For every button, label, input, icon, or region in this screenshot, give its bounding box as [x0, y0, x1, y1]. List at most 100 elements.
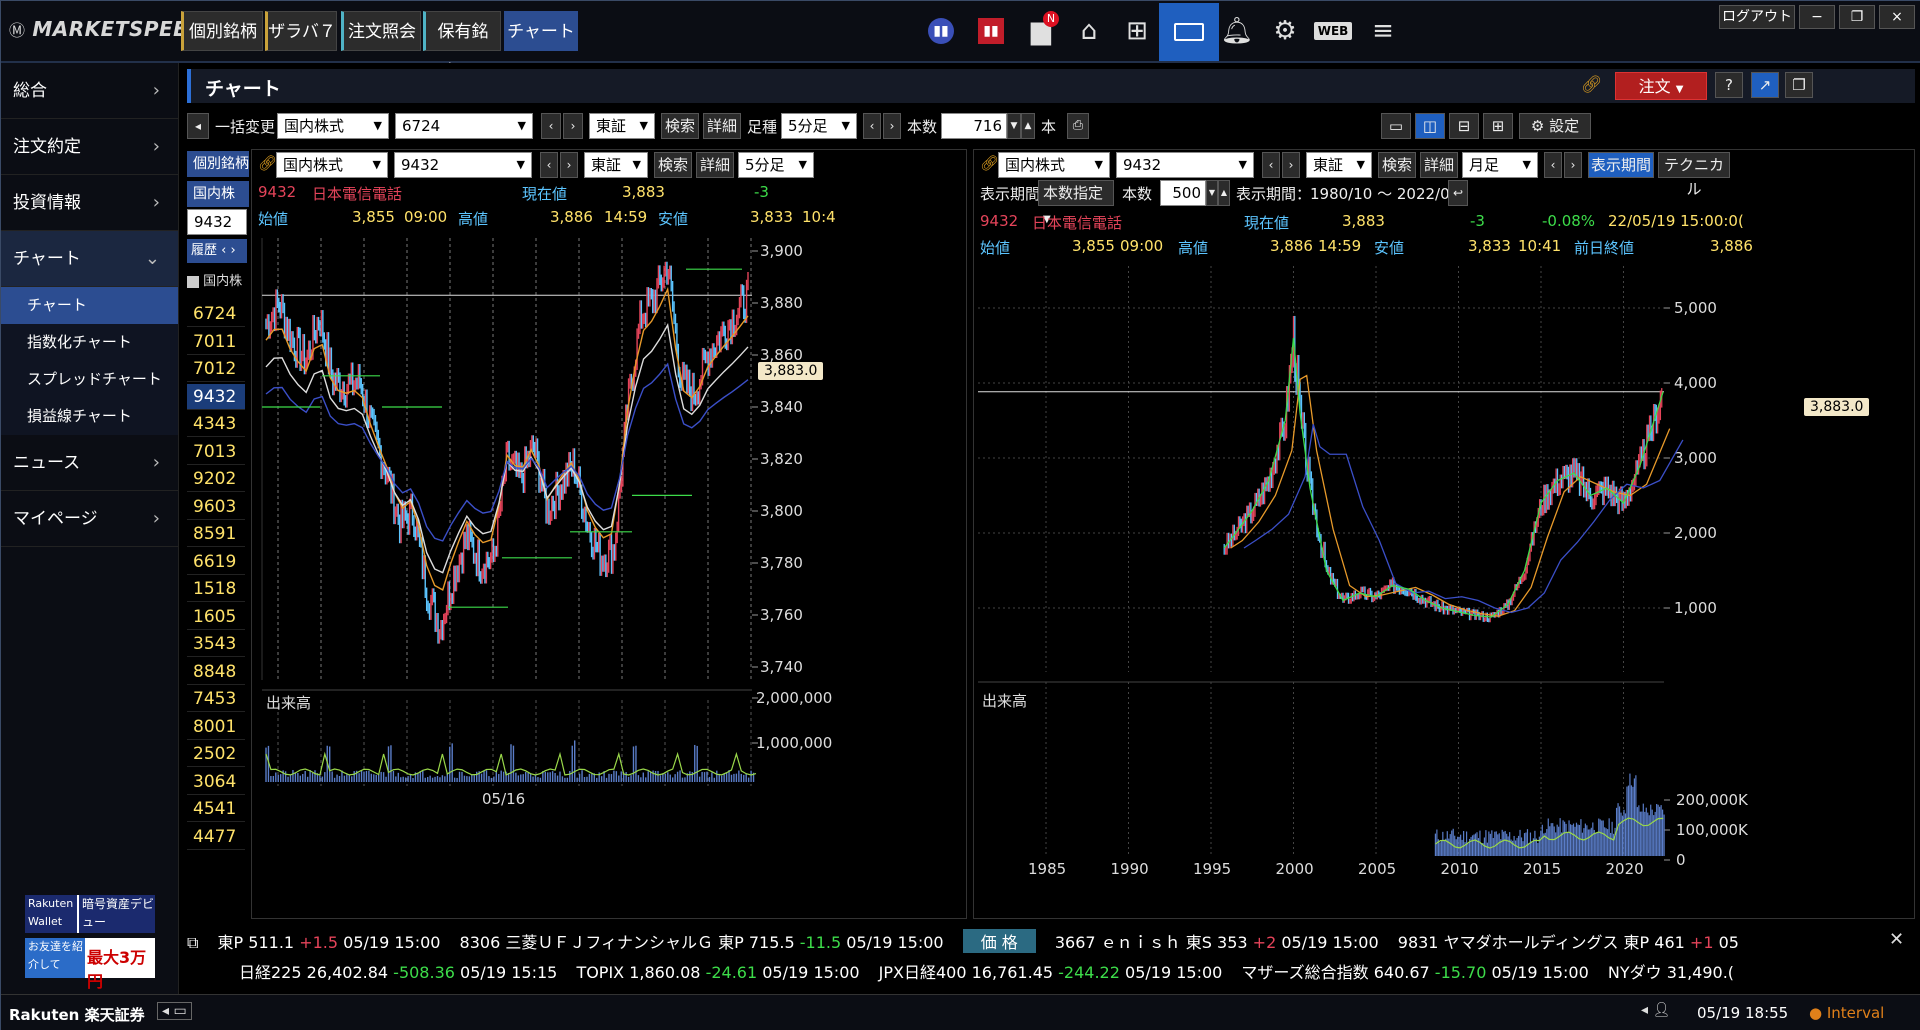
- add-window-icon[interactable]: ⊞: [1115, 11, 1159, 51]
- tab-zaraba7[interactable]: ザラバ７: [265, 11, 337, 51]
- tab-individual-stock[interactable]: 個別銘柄: [181, 11, 263, 51]
- sidebar-sub-chart[interactable]: チャート: [1, 287, 178, 324]
- right-count-up[interactable]: ▲: [1218, 180, 1230, 206]
- right-next-interval[interactable]: ›: [1564, 152, 1582, 178]
- prev-interval-button[interactable]: ‹: [863, 113, 881, 139]
- watch-code-item[interactable]: 4541: [187, 796, 245, 822]
- index-item[interactable]: TOPIX 1,860.08 -24.61 05/19 15:00: [576, 963, 859, 982]
- print-icon[interactable]: ⎙: [1067, 113, 1089, 139]
- settings-button[interactable]: ⚙ 設定: [1519, 113, 1591, 139]
- left-code-select[interactable]: 9432 ▼: [394, 152, 532, 178]
- count-stepper-down[interactable]: ▼: [1007, 113, 1021, 139]
- right-interval-select[interactable]: 月足 ▼: [1462, 152, 1538, 178]
- market-icon[interactable]: ▮▮: [919, 11, 963, 51]
- interval-select[interactable]: 5分足 ▼: [781, 113, 857, 139]
- sidebar-item-investment-info[interactable]: 投資情報 ›: [1, 175, 178, 231]
- reset-period-icon[interactable]: ↩: [1448, 180, 1468, 206]
- help-button[interactable]: ?: [1715, 72, 1743, 98]
- domestic-checkbox[interactable]: 国内株: [187, 271, 247, 293]
- watch-tab-individual[interactable]: 個別銘柄: [187, 151, 249, 177]
- watch-code-item[interactable]: 7011: [187, 329, 245, 355]
- next-code-button[interactable]: ›: [563, 113, 583, 139]
- right-exchange-select[interactable]: 東証 ▼: [1306, 152, 1372, 178]
- technical-button[interactable]: テクニカル: [1658, 152, 1730, 198]
- sidebar-item-mypage[interactable]: マイページ ›: [1, 491, 178, 547]
- home-icon[interactable]: ⌂: [1067, 11, 1111, 51]
- watch-code-item[interactable]: 1605: [187, 604, 245, 630]
- watch-code-item[interactable]: 6619: [187, 549, 245, 575]
- watch-code-item[interactable]: 7013: [187, 439, 245, 465]
- panel-toggle-icon[interactable]: ◂ ▭: [157, 1002, 192, 1020]
- logout-button[interactable]: ログアウト: [1719, 5, 1795, 29]
- wallet-banner[interactable]: Rakuten Wallet 暗号資産デビュー: [25, 895, 155, 933]
- prev-code-button[interactable]: ‹: [541, 113, 561, 139]
- watch-code-item[interactable]: 9202: [187, 466, 245, 492]
- left-market-select[interactable]: 国内株式 ▼: [276, 152, 388, 178]
- bell-icon[interactable]: 🔔︎: [1215, 11, 1259, 51]
- watch-code-item[interactable]: 1518: [187, 576, 245, 602]
- close-ticker-icon[interactable]: ✕: [1889, 929, 1904, 950]
- watch-code-item[interactable]: 8001: [187, 714, 245, 740]
- index-item[interactable]: マザーズ総合指数 640.67 -15.70 05/19 15:00: [1241, 959, 1588, 983]
- left-next-button[interactable]: ›: [560, 152, 578, 178]
- watch-code-item[interactable]: 3543: [187, 631, 245, 657]
- ticker-item[interactable]: 3667 ｅｎｉｓｈ 東S 353 +2 05/19 15:00: [1055, 929, 1379, 953]
- collapse-icon[interactable]: ◂: [187, 113, 209, 139]
- close-button[interactable]: ×: [1879, 5, 1915, 29]
- left-detail-button[interactable]: 詳細: [696, 152, 734, 178]
- count-input[interactable]: 716: [941, 113, 1007, 139]
- watch-code-item[interactable]: 9603: [187, 494, 245, 520]
- ticker-item[interactable]: 8306 三菱ＵＦＪフィナンシャルＧ 東P 715.5 -11.5 05/19 …: [460, 929, 944, 953]
- sidebar-sub-pl-chart[interactable]: 損益線チャート: [1, 398, 178, 435]
- settings-icon[interactable]: ⚙: [1263, 11, 1307, 51]
- left-search-button[interactable]: 検索: [654, 152, 692, 178]
- exchange-select[interactable]: 東証 ▼: [589, 113, 655, 139]
- history-tab[interactable]: 履歴 ‹ ›: [187, 239, 247, 263]
- count-stepper-up[interactable]: ▲: [1021, 113, 1035, 139]
- sound-icon[interactable]: ◂ 👤︎: [1641, 1002, 1670, 1018]
- detail-button[interactable]: 詳細: [703, 113, 741, 139]
- right-code-select[interactable]: 9432 ▼: [1116, 152, 1254, 178]
- next-interval-button[interactable]: ›: [883, 113, 901, 139]
- sidebar-sub-index-chart[interactable]: 指数化チャート: [1, 324, 178, 361]
- layout-4-icon[interactable]: ⊞: [1483, 113, 1513, 139]
- period-mode-select[interactable]: 本数指定 ▼: [1038, 180, 1114, 225]
- sidebar-item-chart[interactable]: チャート ⌄: [1, 231, 178, 287]
- layout-2-icon[interactable]: ◫: [1415, 113, 1445, 139]
- right-count-down[interactable]: ▼: [1206, 180, 1218, 206]
- ticker-item[interactable]: 9831 ヤマダホールディングス 東P 461 +1 05: [1398, 929, 1739, 953]
- market-select[interactable]: 国内株式 ▼: [277, 113, 389, 139]
- minimize-button[interactable]: −: [1799, 5, 1835, 29]
- popout-icon[interactable]: ↗: [1751, 72, 1779, 98]
- left-prev-button[interactable]: ‹: [540, 152, 558, 178]
- left-interval-select[interactable]: 5分足 ▼: [738, 152, 814, 178]
- tab-order-inquiry[interactable]: 注文照会: [341, 11, 421, 51]
- sidebar-item-news[interactable]: ニュース ›: [1, 435, 178, 491]
- right-market-select[interactable]: 国内株式 ▼: [998, 152, 1110, 178]
- sidebar-item-overview[interactable]: 総合 ›: [1, 63, 178, 119]
- ticker-item[interactable]: 東P 511.1 +1.5 05/19 15:00: [218, 929, 441, 953]
- search-button[interactable]: 検索: [661, 113, 699, 139]
- index-item[interactable]: 日経225 26,402.84 -508.36 05/19 15:15: [239, 959, 557, 983]
- sidebar-sub-spread-chart[interactable]: スプレッドチャート: [1, 361, 178, 398]
- alert-icon[interactable]: ▆ N: [1019, 11, 1063, 51]
- watch-code-item[interactable]: 3064: [187, 769, 245, 795]
- layout-icon[interactable]: [1159, 3, 1219, 61]
- right-prev-button[interactable]: ‹: [1262, 152, 1280, 178]
- watch-code-input[interactable]: 9432: [187, 209, 247, 235]
- layout-3-icon[interactable]: ⊟: [1449, 113, 1479, 139]
- chart-red-icon[interactable]: ▮▮: [969, 11, 1013, 51]
- restore-button[interactable]: ❐: [1839, 5, 1875, 29]
- watch-code-item[interactable]: 2502: [187, 741, 245, 767]
- watch-code-item[interactable]: 7012: [187, 356, 245, 382]
- menu-icon[interactable]: ≡: [1361, 11, 1405, 51]
- watch-code-item[interactable]: 4477: [187, 824, 245, 850]
- index-item[interactable]: JPX日経400 16,761.45 -244.22 05/19 15:00: [879, 959, 1223, 983]
- right-detail-button[interactable]: 詳細: [1420, 152, 1458, 178]
- window-icon[interactable]: ❐: [1785, 72, 1813, 98]
- watch-code-item[interactable]: 9432: [187, 383, 245, 410]
- interval-status[interactable]: ● Interval: [1809, 1004, 1884, 1022]
- left-price-chart[interactable]: 3,9003,8803,8603,8403,8203,8003,7803,760…: [252, 230, 966, 918]
- watch-code-item[interactable]: 6724: [187, 301, 245, 327]
- web-icon[interactable]: WEB: [1311, 11, 1355, 51]
